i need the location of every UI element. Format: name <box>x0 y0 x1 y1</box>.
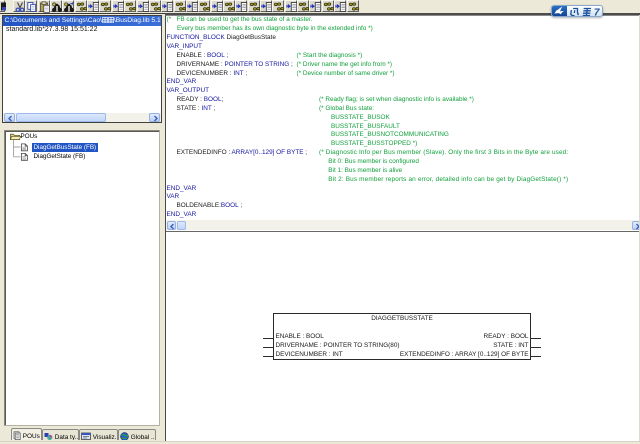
svg-text:7: 7 <box>594 8 600 17</box>
